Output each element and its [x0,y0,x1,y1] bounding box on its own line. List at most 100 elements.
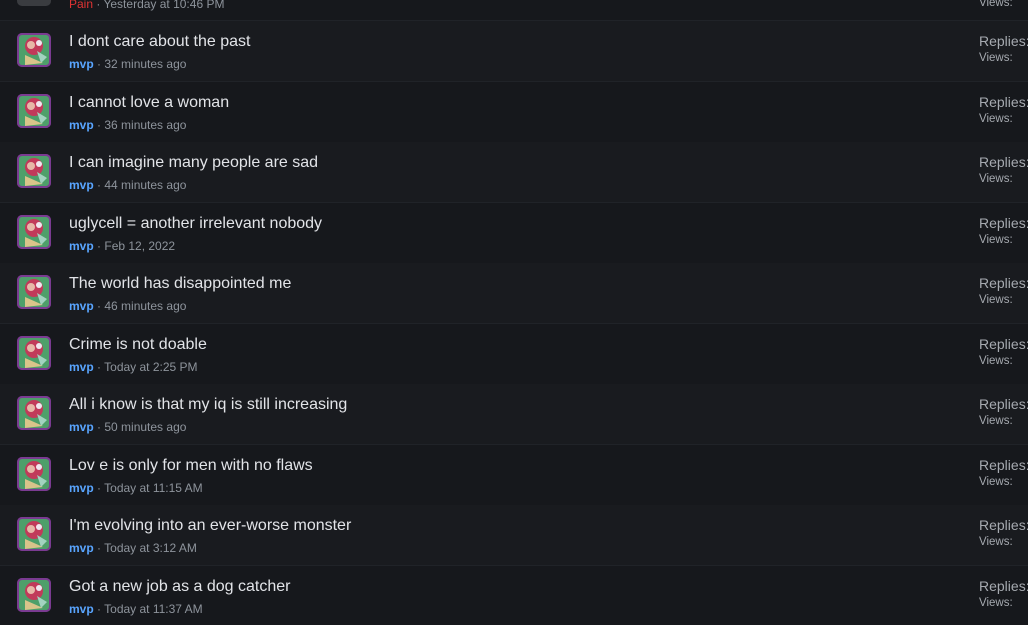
avatar[interactable] [17,577,51,612]
thread-time: Today at 3:12 AM [104,541,197,555]
thread-meta: mvp · Today at 11:37 AM [69,602,203,616]
thread-author[interactable]: mvp [69,481,94,495]
thread-replies-label: Replies: [979,214,1028,231]
thread-stats: Replies: Views: [979,517,1028,548]
thread-stats: Replies: Views: [979,33,1028,64]
avatar[interactable] [17,33,51,67]
thread-title[interactable]: I can imagine many people are sad [69,154,318,172]
thread-title[interactable]: I cannot love a woman [69,94,229,112]
thread-replies-label: Replies: [979,33,1028,49]
avatar[interactable] [17,154,51,188]
avatar[interactable] [17,396,51,430]
avatar[interactable] [17,275,51,309]
thread-row[interactable]: I cannot love a woman mvp · 36 minutes ag… [0,81,1028,143]
thread-row[interactable]: The world has disappointed me mvp · 46 mi… [0,263,1028,324]
thread-views-label: Views: [979,0,1013,9]
thread-title[interactable]: Crime is not doable [69,336,207,354]
thread-views-label: Views: [979,112,1013,125]
thread-title[interactable]: I dont care about the past [69,33,250,51]
avatar[interactable] [17,214,51,249]
avatar[interactable] [17,517,51,551]
thread-stats: Replies: Views: [979,275,1028,306]
thread-row[interactable]: All i know is that my iq is still increa… [0,384,1028,445]
meta-separator: · [93,420,105,434]
thread-author[interactable]: mvp [69,57,94,71]
thread-author[interactable]: Pain [69,0,93,11]
thread-row[interactable]: I dont care about the past mvp · 32 minut… [0,21,1028,82]
thread-author[interactable]: mvp [69,239,94,253]
thread-views-label: Views: [979,415,1013,427]
thread-meta: mvp · 36 minutes ago [69,118,186,132]
meta-separator: · [93,178,105,192]
meta-separator: · [93,359,105,374]
thread-meta: mvp · 32 minutes ago [69,57,186,71]
thread-author[interactable]: mvp [69,360,94,374]
meta-separator: · [93,117,105,132]
thread-title[interactable]: Got a new job as a dog catcher [69,578,290,596]
thread-time: 36 minutes ago [104,117,187,132]
thread-row[interactable]: Crime is not doable mvp · Today at 2:25 P… [0,323,1028,385]
thread-time: 50 minutes ago [104,420,187,434]
thread-meta: mvp · Today at 2:25 PM [69,360,198,374]
thread-row[interactable]: Got a new job as a dog catcher mvp · Toda… [0,565,1028,625]
thread-meta: Pain · Yesterday at 10:46 PM [69,0,224,11]
thread-replies-label: Replies: [979,517,1028,533]
avatar[interactable] [17,0,51,6]
avatar[interactable] [17,456,51,491]
thread-title[interactable]: All i know is that my iq is still increa… [69,396,347,414]
thread-time: Feb 12, 2022 [104,238,176,253]
meta-separator: · [93,541,105,555]
thread-time: 32 minutes ago [104,57,187,71]
thread-stats: Replies: Views: [979,215,1028,246]
thread-replies-label: Replies: [979,154,1028,170]
thread-title[interactable]: Lov e is only for men with no flaws [69,457,313,475]
thread-stats: Replies: Views: [979,578,1028,609]
thread-replies-label: Replies: [979,456,1028,473]
meta-separator: · [93,299,105,313]
thread-time: Today at 2:25 PM [104,359,198,374]
thread-replies-label: Replies: [979,335,1028,352]
thread-row[interactable]: I can imagine many people are sad mvp · 4… [0,142,1028,203]
thread-views-label: Views: [979,233,1013,246]
thread-time: Today at 11:37 AM [104,601,203,616]
thread-time: Yesterday at 10:46 PM [103,0,225,11]
thread-stats: Replies: Views: [979,154,1028,185]
avatar[interactable] [17,93,51,128]
thread-views-label: Views: [979,294,1013,306]
thread-row[interactable]: I'm evolving into an ever-worse monster m… [0,505,1028,566]
thread-author[interactable]: mvp [69,420,94,434]
thread-replies-label: Replies: [979,577,1028,594]
thread-title[interactable]: uglycell = another irrelevant nobody [69,215,322,233]
thread-meta: mvp · 44 minutes ago [69,178,186,192]
thread-stats: Replies: Views: [979,457,1028,488]
thread-replies-label: Replies: [979,275,1028,291]
thread-author[interactable]: mvp [69,541,94,555]
thread-views-label: Views: [979,475,1013,488]
thread-replies-label: Replies: [979,93,1028,110]
thread-row[interactable]: Lov e is only for men with no flaws mvp ·… [0,444,1028,506]
thread-meta: mvp · 46 minutes ago [69,299,186,313]
thread-meta: mvp · 50 minutes ago [69,420,186,434]
thread-author[interactable]: mvp [69,118,94,132]
thread-row-partial[interactable]: Pain · Yesterday at 10:46 PM Views: [0,0,1028,21]
thread-views-label: Views: [979,596,1013,609]
thread-views-label: Views: [979,52,1013,64]
thread-views-label: Views: [979,354,1013,367]
thread-author[interactable]: mvp [69,299,94,313]
thread-stats: Replies: Views: [979,336,1028,367]
avatar[interactable] [17,335,51,370]
thread-title[interactable]: I'm evolving into an ever-worse monster [69,517,351,535]
thread-author[interactable]: mvp [69,178,94,192]
meta-separator: · [93,238,105,253]
thread-stats: Replies: Views: [979,396,1028,427]
thread-title[interactable]: The world has disappointed me [69,275,291,293]
thread-time: Today at 11:15 AM [104,480,203,495]
thread-meta: mvp · Today at 11:15 AM [69,481,203,495]
thread-meta: mvp · Feb 12, 2022 [69,239,175,253]
meta-separator: · [93,0,104,11]
thread-author[interactable]: mvp [69,602,94,616]
thread-meta: mvp · Today at 3:12 AM [69,541,197,555]
thread-stats: Replies: Views: [979,94,1028,125]
meta-separator: · [93,480,105,495]
thread-row[interactable]: uglycell = another irrelevant nobody mvp … [0,202,1028,264]
